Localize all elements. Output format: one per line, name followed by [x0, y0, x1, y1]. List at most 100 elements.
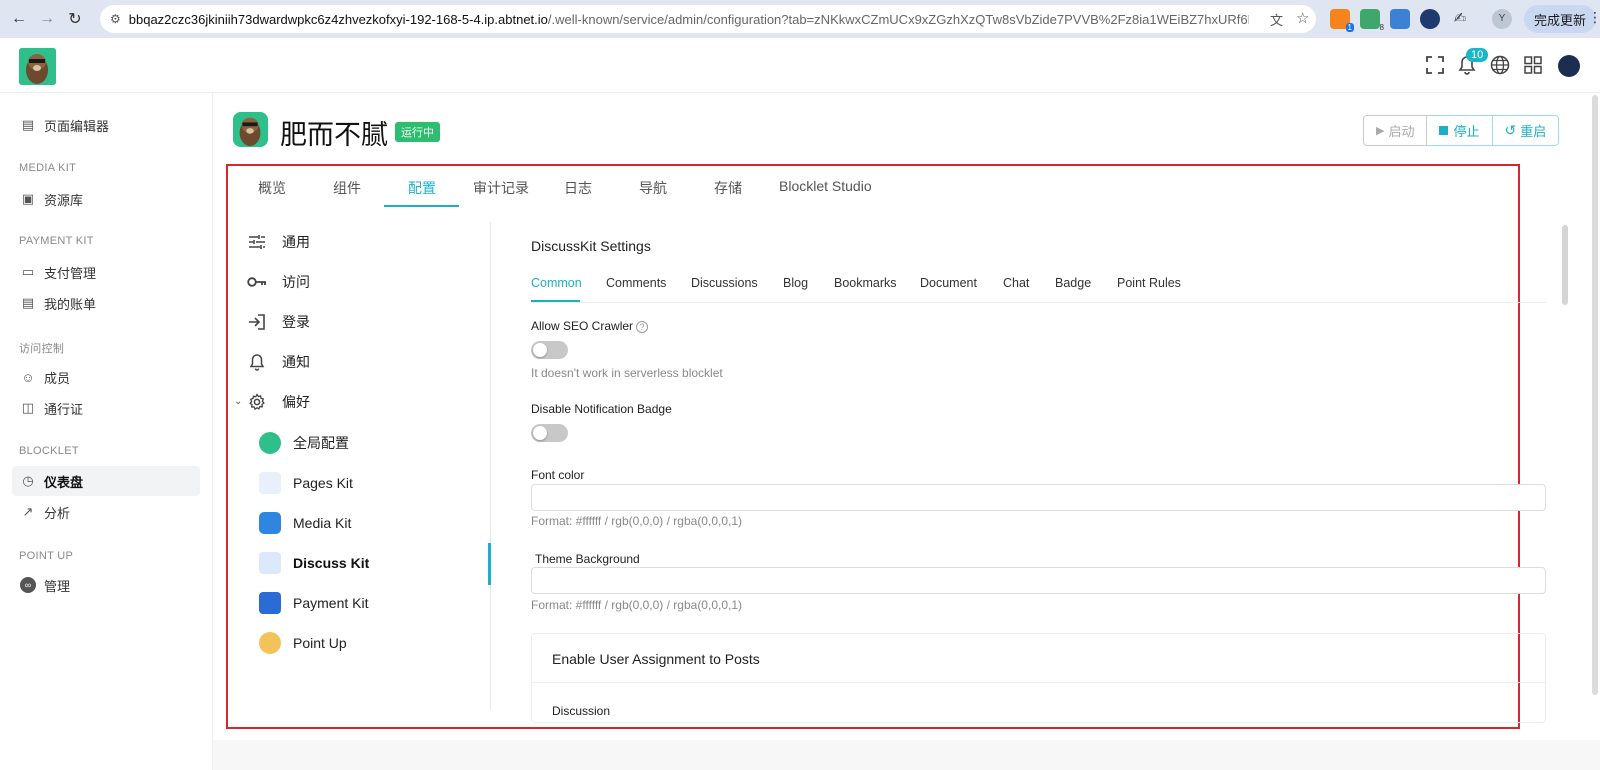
subtab-chat[interactable]: Chat	[1003, 276, 1029, 290]
subtab-document[interactable]: Document	[920, 276, 977, 290]
tab-components[interactable]: 组件	[333, 178, 361, 198]
config-sub-media-kit[interactable]: Media Kit	[259, 512, 351, 534]
sidebar-item-label: 页面编辑器	[44, 118, 110, 134]
subtab-discussions[interactable]: Discussions	[691, 276, 758, 290]
config-sub-payment-kit[interactable]: Payment Kit	[259, 592, 368, 614]
page-editor-icon: ▤	[21, 117, 35, 132]
action-buttons: ▶ 启动 停止 ↺ 重启	[1363, 115, 1560, 146]
tab-audit-log[interactable]: 审计记录	[473, 178, 529, 198]
notification-badge-toggle[interactable]	[531, 424, 568, 442]
subtab-common[interactable]: Common	[531, 276, 582, 290]
back-icon[interactable]: ←	[8, 8, 30, 30]
subtab-badge[interactable]: Badge	[1055, 276, 1091, 290]
config-sub-label: Media Kit	[293, 515, 352, 531]
otter-avatar-icon	[259, 432, 281, 454]
sidebar-item-page-editor[interactable]: ▤ 页面编辑器	[12, 110, 200, 140]
tab-logs[interactable]: 日志	[564, 178, 592, 198]
tab-navigation[interactable]: 导航	[639, 178, 667, 198]
config-sub-point-up[interactable]: Point Up	[259, 632, 347, 654]
key-icon	[246, 271, 268, 293]
tab-storage[interactable]: 存储	[714, 178, 742, 198]
apps-grid-icon[interactable]	[1522, 54, 1544, 76]
user-assignment-card: Enable User Assignment to Posts Discussi…	[531, 633, 1546, 723]
profile-icon[interactable]: Y	[1492, 9, 1512, 29]
page-scrollbar[interactable]	[1592, 95, 1598, 695]
sidebar-item-manage[interactable]: ∞ 管理	[12, 570, 200, 600]
help-icon[interactable]: ?	[636, 320, 649, 333]
config-sub-global[interactable]: 全局配置	[259, 432, 349, 454]
subtab-point-rules[interactable]: Point Rules	[1117, 276, 1181, 290]
sidebar-item-label: 管理	[44, 578, 71, 594]
sidebar-item-members[interactable]: ☺ 成员	[12, 362, 200, 392]
plugin-extension-icon[interactable]: 8	[1360, 9, 1384, 32]
metamask-extension-icon[interactable]: 1	[1330, 9, 1354, 32]
restart-button[interactable]: ↺ 重启	[1492, 115, 1560, 146]
config-item-login[interactable]: 登录	[246, 311, 310, 333]
theme-background-input[interactable]	[531, 567, 1546, 594]
sidebar-item-label: 仪表盘	[44, 474, 84, 490]
avatar[interactable]	[1558, 55, 1580, 77]
toggle-knob	[533, 343, 547, 357]
bookmark-star-icon[interactable]: ☆	[1296, 9, 1309, 27]
restart-icon: ↺	[1504, 122, 1517, 138]
sidebar-item-analytics[interactable]: ↗ 分析	[12, 497, 200, 527]
url-host: bbqaz2czc36jkiniih73dwardwpkc6z4zhvezkof…	[128, 11, 548, 27]
window-extension-icon[interactable]	[1390, 9, 1410, 29]
font-color-label: Font color	[531, 468, 585, 482]
url-path: /.well-known/service/admin/configuration…	[547, 11, 1249, 27]
tab-config[interactable]: 配置	[408, 178, 436, 198]
reload-icon[interactable]: ↻	[64, 8, 86, 30]
check-extension-icon[interactable]	[1420, 9, 1440, 29]
sidebar-item-bills[interactable]: ▤ 我的账单	[12, 288, 200, 318]
language-globe-icon[interactable]	[1489, 54, 1511, 76]
theme-background-label: Theme Background	[535, 552, 640, 566]
restart-label: 重启	[1520, 124, 1547, 139]
login-icon	[246, 311, 268, 333]
sidebar-group-point-up: POINT UP	[19, 550, 74, 562]
config-active-indicator	[488, 543, 491, 585]
gear-icon	[246, 391, 268, 413]
font-color-input[interactable]	[531, 484, 1546, 511]
analytics-icon: ↗	[22, 504, 34, 519]
page-title: 肥而不腻	[280, 120, 388, 151]
config-item-access[interactable]: 访问	[246, 271, 310, 293]
sidebar-item-dashboard[interactable]: ◷ 仪表盘	[12, 466, 200, 496]
fullscreen-icon[interactable]	[1424, 54, 1446, 76]
status-badge: 运行中	[395, 122, 440, 142]
config-item-general[interactable]: 通用	[246, 231, 310, 253]
tab-overview[interactable]: 概览	[258, 178, 286, 198]
translate-icon[interactable]: 文	[1270, 10, 1283, 29]
settings-scrollbar[interactable]	[1562, 225, 1568, 305]
config-item-label: 通用	[282, 234, 310, 250]
config-sub-label: Pages Kit	[293, 475, 353, 491]
puzzle-extension-icon[interactable]: ✍	[1450, 9, 1470, 29]
subtab-blog[interactable]: Blog	[783, 276, 808, 290]
bell-icon	[246, 351, 268, 373]
start-button[interactable]: ▶ 启动	[1363, 115, 1428, 146]
config-sub-pages-kit[interactable]: Pages Kit	[259, 472, 353, 494]
config-item-label: 偏好	[282, 394, 310, 410]
app-logo[interactable]	[19, 48, 56, 85]
tab-blocklet-studio[interactable]: Blocklet Studio	[779, 178, 872, 194]
browser-menu-icon[interactable]: ⋮	[1588, 9, 1600, 26]
config-item-preferences[interactable]: 偏好	[246, 391, 310, 413]
config-sub-discuss-kit[interactable]: Discuss Kit	[259, 552, 369, 574]
subtab-bookmarks[interactable]: Bookmarks	[834, 276, 897, 290]
seo-crawler-toggle[interactable]	[531, 341, 568, 359]
app-header	[0, 38, 1600, 93]
forward-icon[interactable]: →	[36, 8, 58, 30]
seo-crawler-hint: It doesn't work in serverless blocklet	[531, 366, 723, 380]
subtab-comments[interactable]: Comments	[606, 276, 666, 290]
chevron-down-icon[interactable]: ⌄	[234, 396, 242, 407]
site-info-icon[interactable]: ⚙	[110, 12, 121, 26]
config-item-notification[interactable]: 通知	[246, 351, 310, 373]
address-bar[interactable]: ⚙ bbqaz2czc36jkiniih73dwardwpkc6z4zhvezk…	[100, 5, 1316, 33]
sidebar-item-passport[interactable]: ◫ 通行证	[12, 393, 200, 423]
media-kit-icon	[259, 512, 281, 534]
update-button[interactable]: 完成更新	[1524, 5, 1597, 33]
stop-button[interactable]: 停止	[1427, 115, 1493, 146]
manage-icon: ∞	[20, 577, 36, 593]
stop-label: 停止	[1453, 124, 1480, 139]
sidebar-item-gallery[interactable]: ▣ 资源库	[12, 184, 200, 214]
sidebar-item-payment[interactable]: ▭ 支付管理	[12, 257, 200, 287]
